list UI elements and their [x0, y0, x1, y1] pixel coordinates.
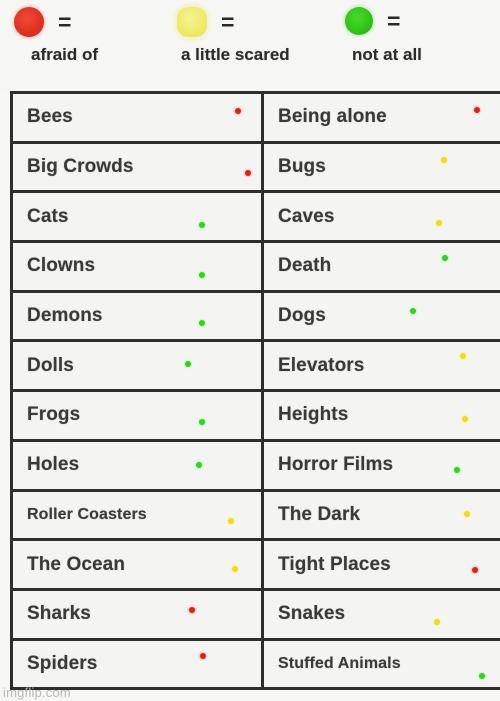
table-row: Spiders Stuffed Animals — [13, 640, 500, 691]
legend-label-afraid-of: afraid of — [31, 45, 99, 64]
rating-dot-green[interactable] — [199, 419, 205, 426]
rating-dot-green[interactable] — [185, 361, 191, 368]
table-row: Bees Being alone — [13, 94, 500, 144]
rating-dot-yellow[interactable] — [232, 566, 238, 573]
red-circle-swatch — [14, 7, 44, 37]
table-row: Demons Dogs — [13, 292, 500, 343]
rating-dot-green[interactable] — [199, 222, 205, 229]
rating-dot-green[interactable] — [199, 319, 205, 326]
fear-cell[interactable]: Roller Coasters — [13, 491, 264, 539]
fear-cell[interactable]: Big Crowds — [13, 143, 264, 191]
fear-label: The Ocean — [27, 553, 126, 575]
fear-cell[interactable]: Dolls — [13, 342, 264, 390]
fear-cell[interactable]: Frogs — [13, 392, 264, 439]
equals-sign-red: = — [58, 8, 71, 35]
rating-dot-green[interactable] — [199, 272, 205, 279]
table-row: Sharks Snakes — [13, 590, 500, 641]
fear-cell[interactable]: Heights — [264, 392, 500, 439]
rating-dot-green[interactable] — [196, 461, 202, 468]
rating-dot-yellow[interactable] — [441, 156, 447, 163]
fear-label: The Dark — [278, 503, 361, 525]
rating-dot-green[interactable] — [479, 672, 485, 679]
fear-cell[interactable]: The Ocean — [13, 541, 264, 588]
fear-label: Dolls — [27, 354, 74, 376]
fear-label: Demons — [27, 305, 103, 327]
imgflip-watermark: imgflip.com — [3, 685, 71, 700]
fear-cell[interactable]: Horror Films — [264, 441, 500, 489]
rating-dot-red[interactable] — [245, 169, 251, 176]
fear-label: Holes — [27, 454, 80, 476]
table-row: Big Crowds Bugs — [13, 143, 500, 194]
fear-label: Spiders — [27, 652, 98, 674]
fear-label: Sharks — [27, 603, 91, 625]
fear-label: Clowns — [27, 255, 96, 277]
table-row: Clowns Death — [13, 243, 500, 293]
fear-label: Dogs — [278, 305, 326, 327]
rating-dot-yellow[interactable] — [460, 353, 466, 360]
table-row: The Ocean Tight Places — [13, 541, 500, 591]
fear-label: Being alone — [278, 106, 387, 128]
fear-cell[interactable]: Dogs — [264, 292, 500, 340]
legend-label-not-at-all: not at all — [352, 45, 422, 64]
fears-checklist-table: Bees Being alone Big Crowds Bugs Cats Caves Cl… — [10, 91, 500, 691]
rating-dot-red[interactable] — [472, 567, 478, 574]
rating-dot-green[interactable] — [454, 466, 460, 473]
table-row: Holes Horror Films — [13, 441, 500, 492]
fear-cell[interactable]: Elevators — [264, 342, 500, 390]
rating-dot-green[interactable] — [442, 255, 448, 262]
legend-swatch-row-green: = — [345, 7, 400, 35]
fear-cell[interactable]: Being alone — [264, 94, 500, 141]
fear-label: Frogs — [27, 404, 81, 426]
fear-cell[interactable]: Holes — [13, 441, 264, 489]
fear-label: Bees — [27, 106, 73, 128]
fear-label: Tight Places — [278, 553, 391, 575]
equals-sign-yellow: = — [221, 8, 234, 35]
fear-cell[interactable]: Demons — [13, 292, 264, 340]
table-row: Dolls Elevators — [13, 342, 500, 393]
fear-label: Big Crowds — [27, 156, 134, 178]
rating-dot-yellow[interactable] — [434, 618, 440, 625]
legend-swatch-row-red: = — [14, 7, 71, 37]
fear-label: Horror Films — [278, 454, 394, 476]
legend-swatch-row-yellow: = — [177, 7, 234, 37]
fear-cell[interactable]: The Dark — [264, 491, 500, 539]
fear-cell[interactable]: Cats — [13, 193, 264, 241]
rating-dot-yellow[interactable] — [228, 517, 234, 524]
table-row: Cats Caves — [13, 193, 500, 244]
rating-dot-yellow[interactable] — [436, 220, 442, 227]
equals-sign-green: = — [387, 7, 400, 34]
fear-label: Stuffed Animals — [278, 654, 401, 672]
green-circle-swatch — [345, 7, 373, 35]
yellow-square-swatch — [177, 7, 207, 37]
fear-cell[interactable]: Tight Places — [264, 541, 500, 588]
rating-dot-yellow[interactable] — [464, 510, 470, 517]
legend-label-a-little-scared: a little scared — [181, 45, 290, 64]
fear-cell[interactable]: Death — [264, 243, 500, 290]
fear-cell[interactable]: Spiders — [13, 640, 264, 688]
rating-dot-red[interactable] — [235, 108, 241, 114]
rating-dot-green[interactable] — [410, 307, 416, 314]
fear-cell[interactable]: Sharks — [13, 590, 264, 638]
legend: = afraid of = a little scared = not at a… — [0, 0, 500, 91]
rating-dot-red[interactable] — [189, 606, 195, 613]
table-row: Frogs Heights — [13, 392, 500, 442]
fear-label: Death — [278, 255, 332, 277]
table-row: Roller Coasters The Dark — [13, 491, 500, 542]
rating-dot-yellow[interactable] — [462, 416, 468, 423]
fear-label: Caves — [278, 205, 335, 227]
fear-cell[interactable]: Snakes — [264, 590, 500, 638]
fear-cell[interactable]: Bugs — [264, 143, 500, 191]
fear-cell[interactable]: Stuffed Animals — [264, 640, 500, 688]
fear-cell[interactable]: Clowns — [13, 243, 264, 290]
fear-cell[interactable]: Bees — [13, 94, 264, 141]
rating-dot-red[interactable] — [474, 107, 480, 113]
rating-dot-red[interactable] — [200, 652, 206, 659]
fear-label: Elevators — [278, 354, 365, 376]
fear-label: Snakes — [278, 603, 346, 625]
fear-label: Cats — [27, 205, 69, 227]
fear-label: Roller Coasters — [27, 505, 147, 523]
fear-cell[interactable]: Caves — [264, 193, 500, 241]
fear-label: Bugs — [278, 156, 326, 178]
fear-label: Heights — [278, 404, 349, 426]
